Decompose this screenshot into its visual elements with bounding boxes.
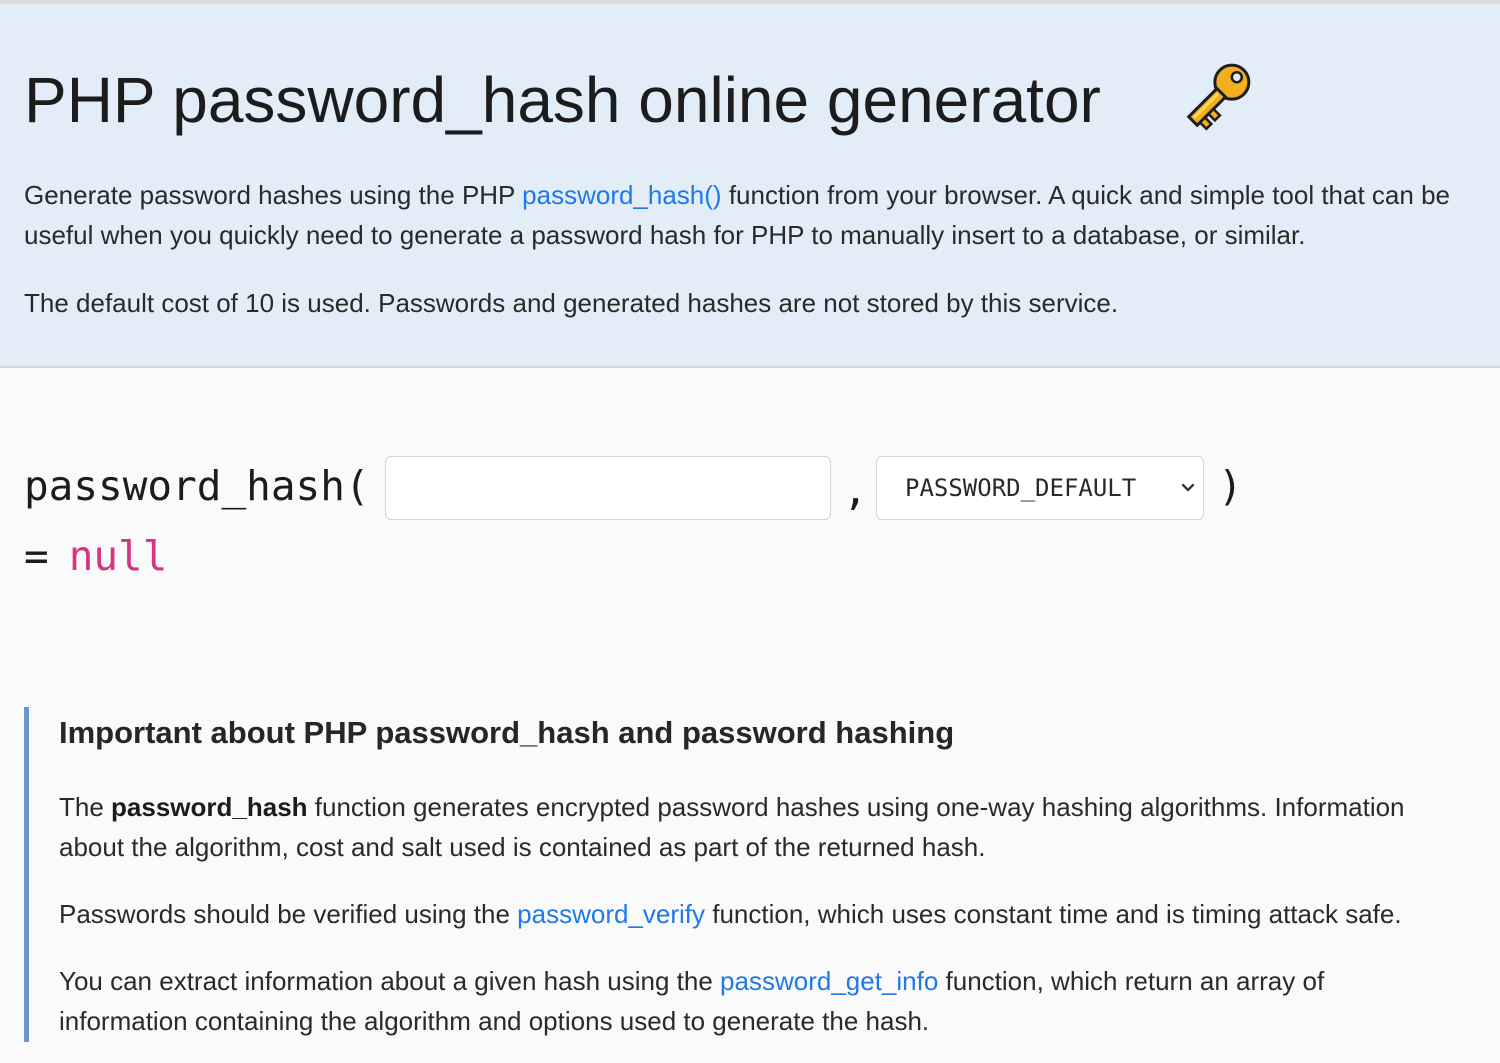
password-input[interactable] [385, 456, 831, 520]
page: PHP password_hash online generator Gener… [0, 0, 1500, 1063]
result-equals: = [24, 532, 49, 580]
page-title: PHP password_hash online generator [24, 64, 1101, 136]
info-p2-after: function, which uses constant time and i… [705, 899, 1402, 929]
password-get-info-link[interactable]: password_get_info [720, 966, 938, 996]
algorithm-selected-value: PASSWORD_DEFAULT [905, 474, 1137, 502]
info-paragraph-verify: Passwords should be verified using the p… [59, 894, 1459, 934]
info-p2-before: Passwords should be verified using the [59, 899, 518, 929]
password-hash-link[interactable]: password_hash() [522, 180, 721, 210]
info-p3-before: You can extract information about a give… [59, 966, 721, 996]
hero-section: PHP password_hash online generator Gener… [0, 4, 1500, 368]
info-title: Important about PHP password_hash and pa… [59, 715, 955, 750]
algorithm-select[interactable]: PASSWORD_DEFAULT [876, 456, 1204, 520]
function-open: password_hash( [24, 462, 370, 510]
info-paragraph-hash: The password_hash function generates enc… [59, 787, 1459, 867]
argument-separator: , [843, 466, 868, 514]
info-paragraph-get-info: You can extract information about a give… [59, 961, 1459, 1041]
cost-note: The default cost of 10 is used. Password… [24, 288, 1119, 318]
info-p1-bold: password_hash [111, 792, 308, 822]
hash-result: = null [24, 528, 167, 584]
page-description: Generate password hashes using the PHP p… [24, 175, 1484, 255]
description-text-before: Generate password hashes using the PHP [24, 180, 523, 210]
result-value: null [68, 532, 168, 580]
info-callout: Important about PHP password_hash and pa… [24, 707, 1484, 1042]
key-icon [1186, 63, 1251, 131]
function-close: ) [1218, 462, 1243, 510]
password-verify-link[interactable]: password_verify [517, 899, 705, 929]
chevron-down-icon [1181, 483, 1195, 492]
info-p1-before: The [59, 792, 112, 822]
